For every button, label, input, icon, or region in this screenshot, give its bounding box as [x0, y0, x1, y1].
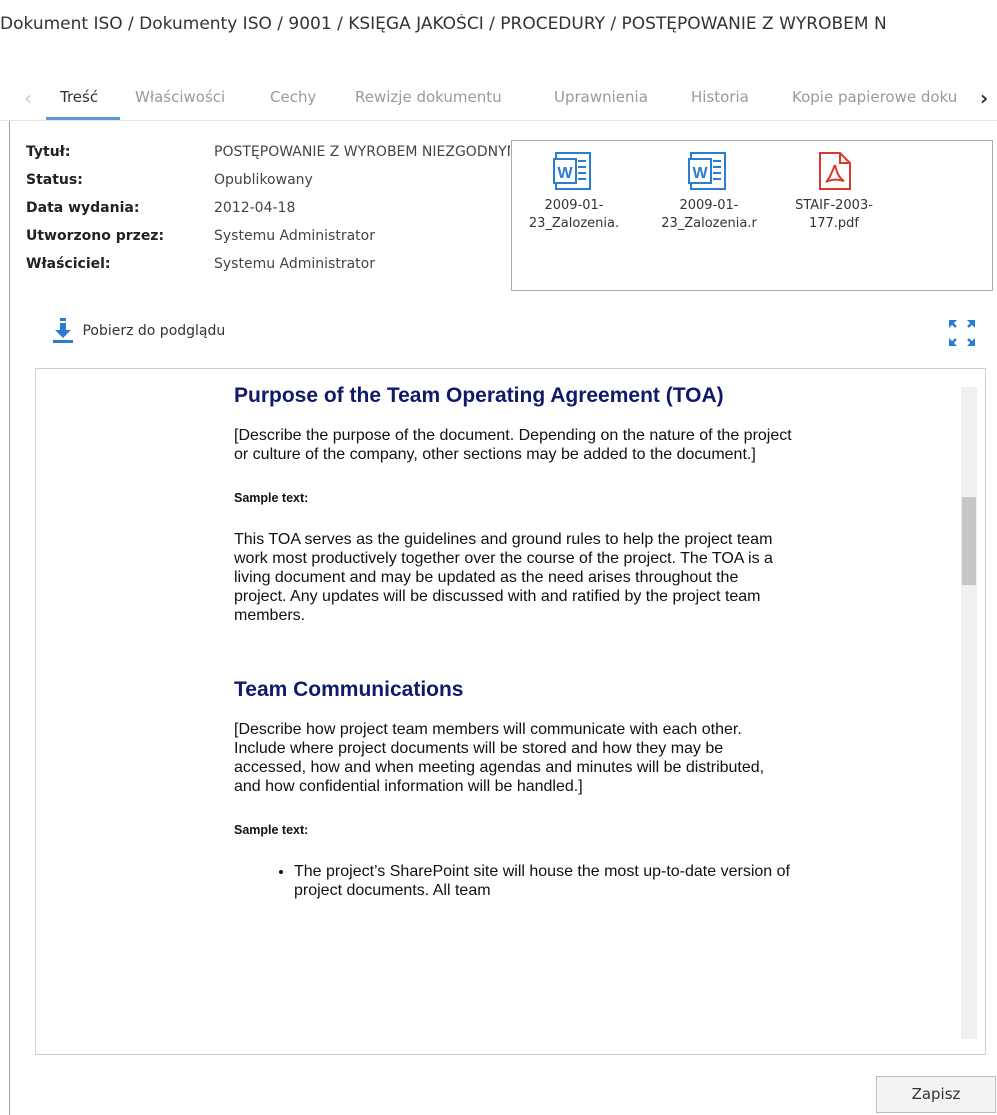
property-label: Utworzono przez:	[26, 228, 165, 244]
tab-bar: ‹ Treść Właściwości Cechy Rewizje dokume…	[0, 80, 997, 121]
document-content: Purpose of the Team Operating Agreement …	[234, 383, 794, 900]
active-tab-indicator	[46, 117, 120, 120]
list-item: The project’s SharePoint site will house…	[294, 862, 794, 900]
paragraph: This TOA serves as the guidelines and gr…	[234, 531, 773, 624]
word-icon: W	[688, 152, 726, 190]
panel-border	[9, 121, 10, 1115]
download-icon	[53, 318, 73, 343]
section-heading: Purpose of the Team Operating Agreement …	[234, 384, 724, 407]
svg-text:W: W	[692, 165, 708, 182]
property-label: Tytuł:	[26, 144, 71, 160]
svg-text:W: W	[557, 165, 573, 182]
pdf-icon	[819, 152, 851, 190]
attachment-name-line1: 2009-01-	[544, 198, 604, 213]
attachment-item[interactable]: STAIF-2003- 177.pdf	[774, 151, 894, 233]
sample-text-label: Sample text:	[234, 823, 309, 837]
property-value: POSTĘPOWANIE Z WYROBEM NIEZGODNYM	[214, 144, 510, 160]
breadcrumb: Dokument ISO / Dokumenty ISO / 9001 / KS…	[0, 14, 887, 34]
section-heading: Team Communications	[234, 678, 464, 701]
property-value: 2012-04-18	[214, 200, 296, 216]
attachment-name-line2: 23_Zalozenia.	[528, 216, 620, 231]
property-value: Systemu Administrator	[214, 228, 375, 244]
download-preview-link[interactable]: Pobierz do podglądu	[52, 318, 225, 344]
download-label: Pobierz do podglądu	[82, 323, 226, 339]
tab-wlasciwosci[interactable]: Właściwości	[135, 88, 225, 106]
property-value: Systemu Administrator	[214, 256, 375, 272]
bullet-list: The project’s SharePoint site will house…	[234, 862, 794, 900]
tab-historia[interactable]: Historia	[691, 88, 749, 106]
tab-uprawnienia[interactable]: Uprawnienia	[554, 88, 648, 106]
tab-rewizje-dokumentu[interactable]: Rewizje dokumentu	[355, 88, 502, 106]
tab-kopie-papierowe[interactable]: Kopie papierowe doku	[792, 88, 975, 106]
tab-cechy[interactable]: Cechy	[270, 88, 316, 106]
paragraph: [Describe the purpose of the document. D…	[234, 427, 792, 463]
save-button[interactable]: Zapisz	[876, 1076, 996, 1113]
fullscreen-icon[interactable]	[947, 318, 977, 348]
property-label: Właściciel:	[26, 256, 111, 272]
chevron-left-icon[interactable]: ‹	[24, 86, 32, 110]
attachment-name-line2: 177.pdf	[808, 216, 860, 231]
document-preview[interactable]: Purpose of the Team Operating Agreement …	[35, 368, 986, 1055]
attachment-name-line2: 23_Zalozenia.r	[661, 216, 757, 231]
word-icon: W	[553, 152, 591, 190]
property-label: Data wydania:	[26, 200, 140, 216]
scrollbar[interactable]	[961, 387, 977, 1039]
attachment-item[interactable]: W 2009-01- 23_Zalozenia.r	[649, 151, 769, 233]
attachment-name-line1: 2009-01-	[679, 198, 739, 213]
property-label: Status:	[26, 172, 83, 188]
chevron-right-icon[interactable]: ›	[980, 86, 988, 110]
attachment-name-line1: STAIF-2003-	[795, 198, 873, 213]
sample-text-label: Sample text:	[234, 491, 309, 505]
tab-tresc[interactable]: Treść	[60, 88, 98, 106]
attachments-panel: W 2009-01- 23_Zalozenia. W 2009-01- 23_Z…	[511, 140, 993, 291]
paragraph: [Describe how project team members will …	[234, 721, 765, 795]
attachment-item[interactable]: W 2009-01- 23_Zalozenia.	[514, 151, 634, 233]
scrollbar-thumb[interactable]	[962, 497, 976, 585]
property-value: Opublikowany	[214, 172, 313, 188]
